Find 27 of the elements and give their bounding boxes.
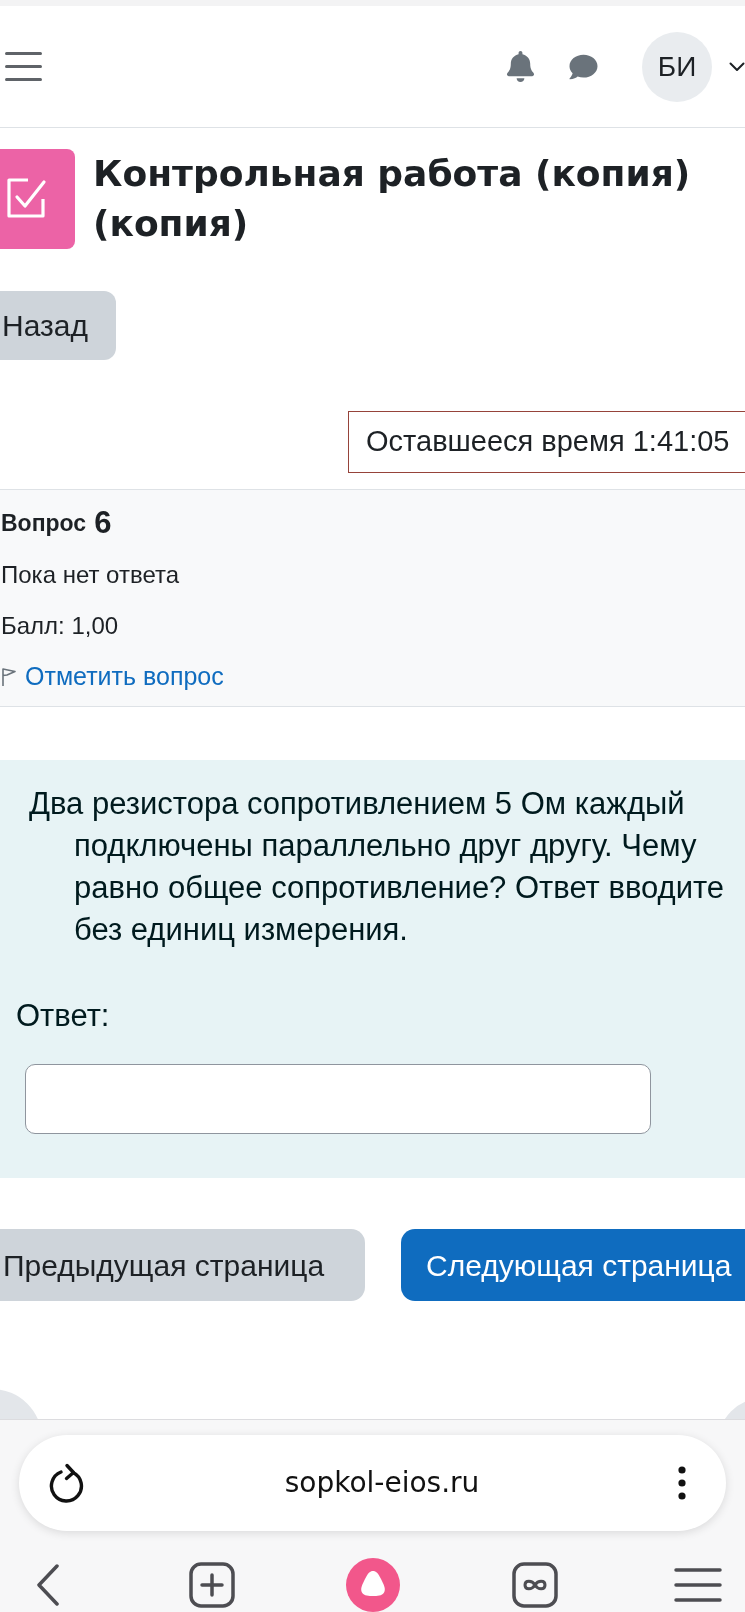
previous-page-button[interactable]: Предыдущая страница <box>0 1229 365 1301</box>
answer-input[interactable] <box>25 1064 651 1134</box>
answer-status-text: Пока нет ответа <box>1 559 180 590</box>
page-title: Контрольная работа (копия) (копия) <box>93 152 692 246</box>
url-text: sopkol-eios.ru <box>283 1465 481 1501</box>
menu-icon[interactable] <box>5 52 42 81</box>
assistant-icon[interactable] <box>346 1558 400 1612</box>
next-page-button[interactable]: Следующая страница <box>401 1229 745 1301</box>
more-options-icon[interactable] <box>678 1466 686 1500</box>
new-tab-plus-icon[interactable] <box>189 1562 235 1608</box>
question-number: 6 <box>94 504 112 543</box>
reload-icon[interactable] <box>48 1463 86 1503</box>
address-bar[interactable]: sopkol-eios.ru <box>19 1435 726 1531</box>
time-remaining-box: Оставшееся время 1:41:05 <box>348 411 745 473</box>
chevron-down-icon[interactable] <box>729 61 745 72</box>
back-chevron-icon[interactable] <box>36 1564 60 1606</box>
menu-icon[interactable] <box>674 1568 722 1602</box>
infinity-tabs-icon[interactable] <box>512 1562 558 1608</box>
back-button[interactable]: Назад <box>0 291 116 360</box>
question-label: Вопрос <box>1 509 87 539</box>
answer-label: Ответ: <box>16 996 110 1035</box>
user-avatar-button[interactable]: БИ <box>642 31 712 102</box>
messages-chat-icon[interactable] <box>567 52 600 81</box>
grade-text: Балл: 1,00 <box>1 610 119 641</box>
notifications-bell-icon[interactable] <box>506 51 535 82</box>
flag-question-link[interactable]: Отметить вопрос <box>25 657 224 696</box>
question-text: Два резистора сопротивлением 5 Ом каждый подключены параллельно друг другу. Чему равно общее сопротивление? Ответ вводите без единиц измерения. <box>28 785 726 949</box>
